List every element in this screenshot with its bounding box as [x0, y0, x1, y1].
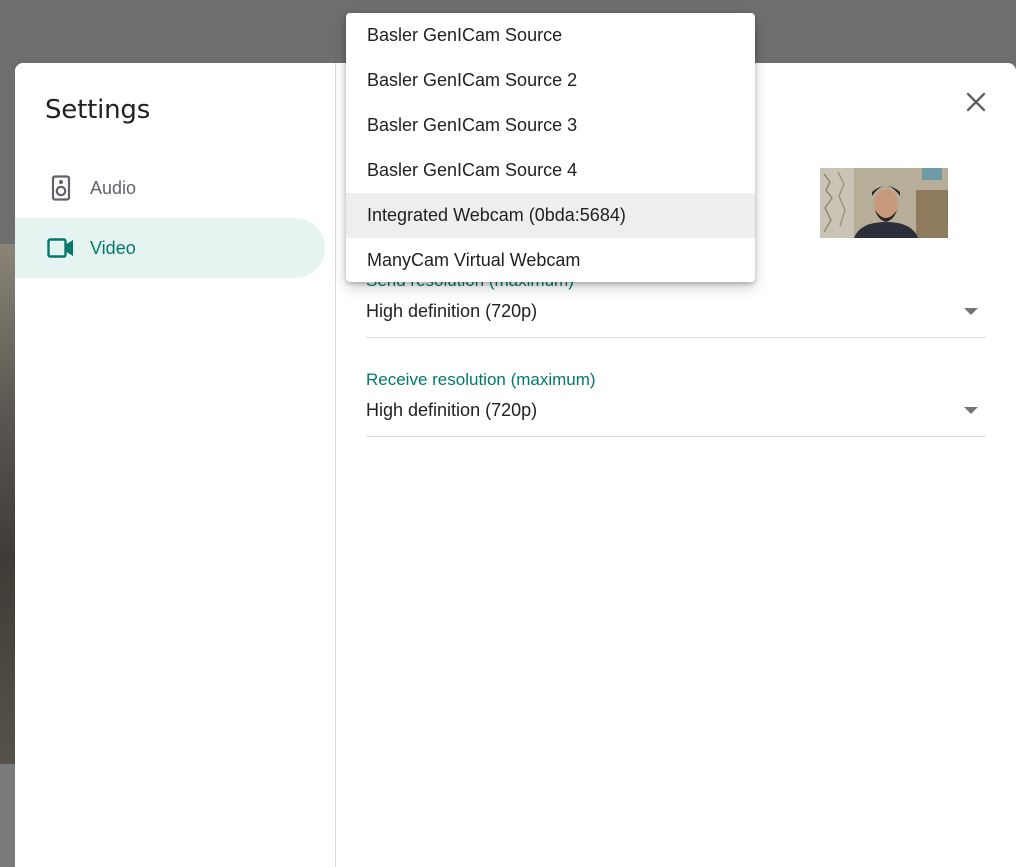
- sidebar-item-audio[interactable]: Audio: [15, 158, 325, 218]
- field-label: Receive resolution (maximum): [366, 370, 596, 389]
- dropdown-arrow-icon: [964, 308, 978, 315]
- menu-item[interactable]: Basler GenICam Source 4: [346, 148, 755, 193]
- receive-resolution-select[interactable]: High definition (720p): [366, 398, 986, 436]
- close-button[interactable]: [960, 88, 992, 120]
- dialog-title: Settings: [45, 95, 151, 125]
- background-strip: [0, 764, 15, 867]
- video-camera-icon: [47, 234, 75, 262]
- selected-value: High definition (720p): [366, 400, 538, 420]
- background-video-feed: [0, 244, 15, 764]
- menu-item[interactable]: ManyCam Virtual Webcam: [346, 238, 755, 283]
- send-resolution-select[interactable]: High definition (720p): [366, 299, 986, 337]
- camera-preview: [820, 168, 948, 238]
- close-icon: [966, 92, 986, 117]
- dropdown-arrow-icon: [964, 407, 978, 414]
- camera-dropdown-menu: Basler GenICam Source Basler GenICam Sou…: [346, 13, 755, 282]
- menu-item[interactable]: Basler GenICam Source 2: [346, 58, 755, 103]
- menu-item[interactable]: Basler GenICam Source 3: [346, 103, 755, 148]
- sidebar-item-label: Video: [90, 237, 136, 258]
- settings-sidebar: Settings Audio Video: [15, 63, 336, 867]
- menu-item-highlighted[interactable]: Integrated Webcam (0bda:5684): [346, 193, 755, 238]
- selected-value: High definition (720p): [366, 301, 538, 321]
- receive-resolution-field[interactable]: Receive resolution (maximum) High defini…: [366, 370, 986, 437]
- sidebar-item-label: Audio: [90, 177, 137, 198]
- speaker-icon: [47, 174, 75, 202]
- sidebar-item-video[interactable]: Video: [15, 218, 325, 278]
- menu-item[interactable]: Basler GenICam Source: [346, 13, 755, 58]
